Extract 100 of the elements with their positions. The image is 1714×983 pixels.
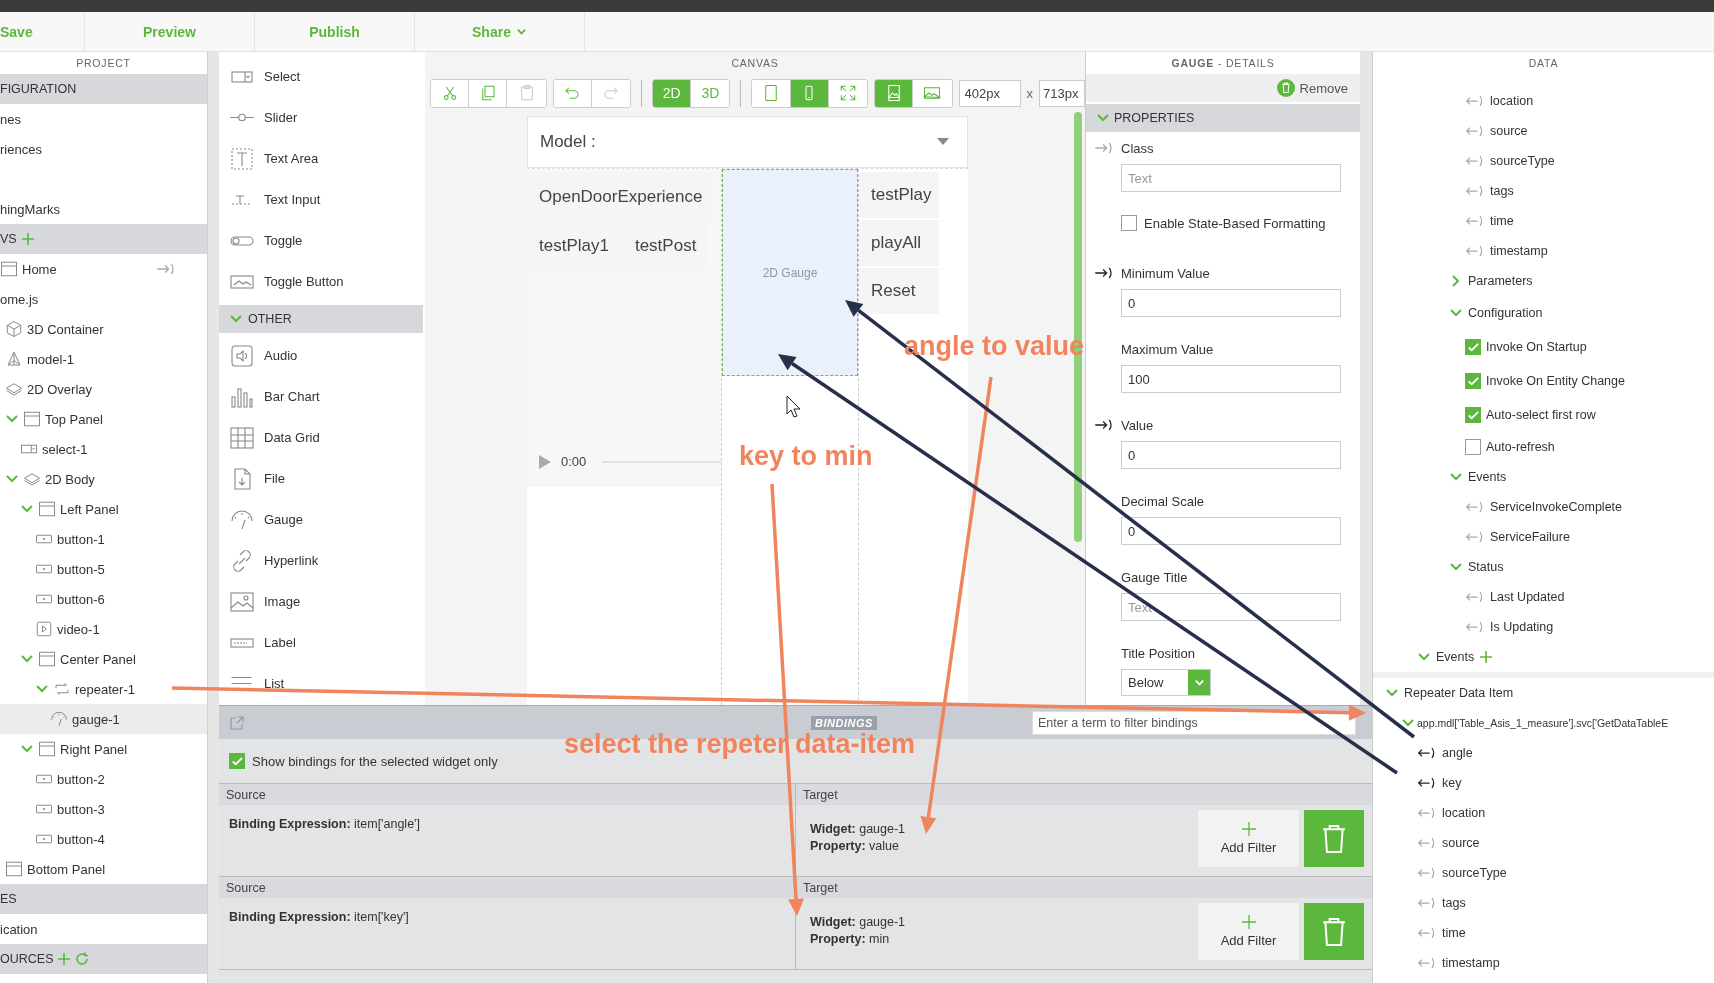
canvas-button[interactable]: playAll xyxy=(859,220,939,266)
data-field[interactable]: timestamp xyxy=(1373,948,1714,978)
widget-item[interactable]: Gauge xyxy=(219,499,423,540)
tree-group[interactable]: Parameters xyxy=(1373,266,1714,296)
widget-item[interactable]: Text Area xyxy=(219,138,423,179)
tree-item[interactable]: 3D Container xyxy=(0,314,207,344)
project-item[interactable]: hingMarks xyxy=(0,194,207,224)
data-field[interactable]: key xyxy=(1373,768,1714,798)
data-field[interactable]: ServiceFailure xyxy=(1373,522,1714,552)
data-field[interactable]: tags xyxy=(1373,176,1714,206)
widget-item[interactable]: Text Input xyxy=(219,179,423,220)
checkbox-box[interactable] xyxy=(1465,339,1481,355)
section-header[interactable]: PROPERTIES xyxy=(1086,104,1360,132)
tree-item[interactable]: button-5 xyxy=(0,554,207,584)
data-field[interactable]: angle xyxy=(1373,738,1714,768)
tree-group[interactable]: Configuration xyxy=(1373,296,1714,330)
widget-item[interactable]: Toggle xyxy=(219,220,423,261)
section-header[interactable]: FIGURATION xyxy=(0,74,207,104)
tree-item[interactable]: Left Panel xyxy=(0,494,207,524)
widget-item[interactable]: Select xyxy=(219,56,423,97)
tree-group[interactable]: Status xyxy=(1373,552,1714,582)
add-icon[interactable] xyxy=(20,232,35,246)
data-field[interactable]: sourceType xyxy=(1373,858,1714,888)
data-field[interactable]: ServiceInvokeComplete xyxy=(1373,492,1714,522)
tree-group[interactable]: Events xyxy=(1373,462,1714,492)
data-field[interactable]: tags xyxy=(1373,888,1714,918)
checkbox[interactable]: Invoke On Entity Change xyxy=(1373,364,1714,398)
project-item[interactable]: ome.js xyxy=(0,284,207,314)
refresh-icon[interactable] xyxy=(75,952,90,966)
tree-item[interactable]: Top Panel xyxy=(0,404,207,434)
section-title[interactable]: OURCES xyxy=(0,952,54,966)
binding-arrow-icon[interactable] xyxy=(1093,266,1115,280)
phone-button[interactable] xyxy=(790,79,829,107)
section-header[interactable]: OTHER xyxy=(219,305,423,333)
checkbox-box[interactable] xyxy=(1465,439,1481,455)
checkbox-box[interactable] xyxy=(229,753,245,769)
select-field[interactable]: Below xyxy=(1121,669,1211,696)
data-field[interactable]: Is Updating xyxy=(1373,612,1714,642)
input-field[interactable]: 100 xyxy=(1121,365,1341,393)
tree-item[interactable]: button-3 xyxy=(0,794,207,824)
tree-group[interactable]: app.mdl['Table_Asis_1_measure'].svc['GetDataTableE xyxy=(1373,708,1714,738)
view-item[interactable]: Home xyxy=(0,254,207,284)
widget-item[interactable]: Data Grid xyxy=(219,417,423,458)
tree-group[interactable]: Repeater Data Item xyxy=(1373,678,1714,708)
tree-item[interactable]: button-6 xyxy=(0,584,207,614)
tree-item[interactable]: 2D Overlay xyxy=(0,374,207,404)
widget-item[interactable]: Label xyxy=(219,622,423,663)
tree-item[interactable]: repeater-1 xyxy=(0,674,207,704)
tree-group[interactable]: Events xyxy=(1373,642,1714,672)
data-field[interactable]: source xyxy=(1373,828,1714,858)
input-field[interactable]: Text xyxy=(1121,164,1341,192)
checkbox[interactable]: Show bindings for the selected widget only xyxy=(229,747,498,775)
checkbox-box[interactable] xyxy=(1465,373,1481,389)
add-filter-button[interactable]: Add Filter xyxy=(1198,810,1299,867)
data-field[interactable]: location xyxy=(1373,86,1714,116)
data-field[interactable]: Last Updated xyxy=(1373,582,1714,612)
data-field[interactable]: source xyxy=(1373,116,1714,146)
widget-item[interactable]: File xyxy=(219,458,423,499)
undo-button[interactable] xyxy=(553,79,592,107)
widget-item[interactable]: Audio xyxy=(219,335,423,376)
data-field[interactable]: location xyxy=(1373,798,1714,828)
widget-item[interactable]: Image xyxy=(219,581,423,622)
binding-arrow-icon[interactable] xyxy=(1093,418,1115,432)
tree-item[interactable]: gauge-1 xyxy=(0,704,207,734)
widget-item[interactable]: Bar Chart xyxy=(219,376,423,417)
checkbox[interactable]: Auto-refresh xyxy=(1373,432,1714,462)
checkbox[interactable]: Invoke On Startup xyxy=(1373,330,1714,364)
widget-item[interactable]: List xyxy=(219,663,423,704)
tree-item[interactable]: Center Panel xyxy=(0,644,207,674)
tree-item[interactable]: Right Panel xyxy=(0,734,207,764)
play-button[interactable] xyxy=(539,454,551,469)
checkbox[interactable]: Auto-select first row xyxy=(1373,398,1714,432)
widget-item[interactable]: Slider xyxy=(219,97,423,138)
canvas-button[interactable]: Reset xyxy=(859,268,939,314)
input-field[interactable]: 0 xyxy=(1121,289,1341,317)
scissors-button[interactable] xyxy=(431,79,470,107)
data-field[interactable]: time xyxy=(1373,918,1714,948)
tree-item[interactable]: select-1 xyxy=(0,434,207,464)
remove-button[interactable]: Remove xyxy=(1276,79,1348,97)
add-filter-button[interactable]: Add Filter xyxy=(1198,903,1299,960)
tree-item[interactable]: button-2 xyxy=(0,764,207,794)
widget-item[interactable]: Toggle Button xyxy=(219,261,423,302)
project-item[interactable]: nes xyxy=(0,104,207,134)
height-field[interactable]: 713px xyxy=(1039,79,1085,107)
project-item[interactable]: ication xyxy=(0,914,207,944)
tree-item[interactable]: video-1 xyxy=(0,614,207,644)
tree-item[interactable]: button-1 xyxy=(0,524,207,554)
input-field[interactable]: 0 xyxy=(1121,517,1341,545)
tree-item[interactable]: model-1 xyxy=(0,344,207,374)
data-field[interactable]: time xyxy=(1373,206,1714,236)
data-field[interactable]: timestamp xyxy=(1373,236,1714,266)
portrait-image-button[interactable] xyxy=(875,79,914,107)
checkbox[interactable]: Enable State-Based Formatting xyxy=(1121,209,1360,237)
canvas-button[interactable]: testPlay xyxy=(859,172,939,218)
widget-item[interactable]: Hyperlink xyxy=(219,540,423,581)
tablet-button[interactable] xyxy=(752,79,791,107)
input-field[interactable]: 0 xyxy=(1121,441,1341,469)
tree-item[interactable]: Bottom Panel xyxy=(0,854,207,884)
checkbox-box[interactable] xyxy=(1465,407,1481,423)
delete-button[interactable] xyxy=(1304,810,1364,867)
